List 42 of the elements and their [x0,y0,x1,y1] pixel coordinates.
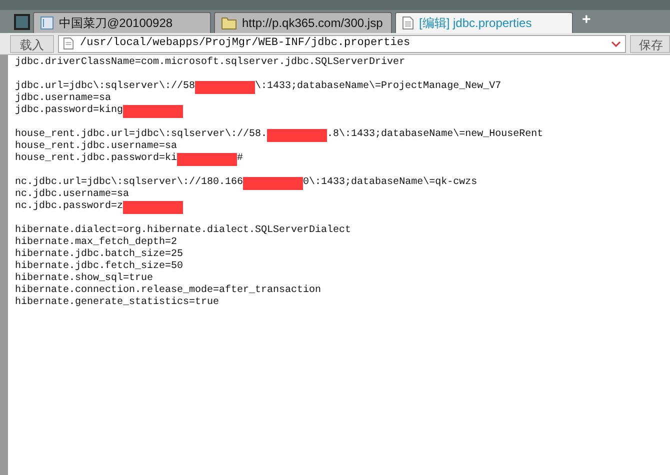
tab[interactable]: 中国菜刀@20100928 [33,12,211,33]
code-text: nc.jdbc.password=z [15,201,124,213]
code-text: # [237,153,244,165]
code-text: jdbc.password=king [15,105,124,117]
code-text: \:1433;databaseName\=ProjectManage_New_V7 [255,81,502,93]
document-icon [402,16,414,30]
code-text: hibernate.connection.release_mode=after_transaction [15,285,322,296]
code-text: nc.jdbc.username=sa [15,189,130,200]
code-text: hibernate.dialect=org.hibernate.dialect.SQLServerDialect [15,225,352,236]
code-text: house_rent.jdbc.url=jdbc\:sqlserver\://58. [15,129,268,140]
code-text: jdbc.url=jdbc\:sqlserver\://58 [15,81,196,92]
code-text: hibernate.jdbc.batch_size=25 [15,249,184,260]
redaction-block [243,176,304,190]
code-text: house_rent.jdbc.password=ki [15,153,178,165]
folder-icon [221,16,237,30]
redaction-block [267,128,328,142]
code-text: house_rent.jdbc.username=sa [15,141,178,152]
code-text: hibernate.max_fetch_depth=2 [15,237,178,248]
code-text: jdbc.driverClassName=com.microsoft.sqlserver.jdbc.SQLServerDriver [15,57,406,69]
code-text: .8\:1433;databaseName\=new_HouseRent [327,129,544,141]
document-icon [63,37,74,50]
redaction-block [195,80,256,94]
redaction-block [177,152,238,166]
tab[interactable]: [编辑] jdbc.properties [395,12,573,33]
path-field[interactable]: /usr/local/webapps/ProjMgr/WEB-INF/jdbc.properties [58,34,626,52]
path-text: /usr/local/webapps/ProjMgr/WEB-INF/jdbc.properties [80,36,410,52]
sidebar-toggle-icon[interactable] [14,14,30,30]
dropdown-caret-icon[interactable] [611,40,621,46]
redaction-block [123,104,184,118]
code-text: hibernate.jdbc.fetch_size=50 [15,261,184,272]
redaction-block [123,200,184,214]
save-button[interactable]: 保存 [630,34,670,52]
new-tab-button[interactable]: + [576,8,597,31]
code-text: hibernate.generate_statistics=true [15,297,220,309]
editor-area[interactable] [8,55,670,475]
code-text: 0\:1433;databaseName\=qk-cwzs [303,177,478,189]
code-text: jdbc.username=sa [15,93,112,104]
load-button[interactable]: 载入 [10,34,54,52]
window-icon [40,16,54,30]
code-text: nc.jdbc.url=jdbc\:sqlserver\://180.166 [15,177,244,188]
tab[interactable]: http://p.qk365.com/300.jsp [214,12,392,33]
code-text: hibernate.show_sql=true [15,273,154,284]
